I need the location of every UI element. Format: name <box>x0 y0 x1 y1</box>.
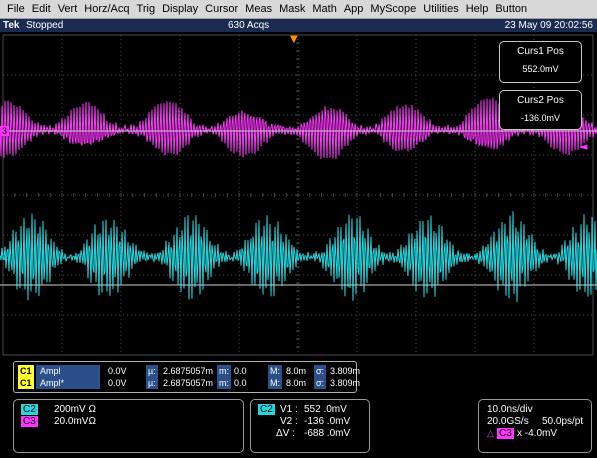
ch2-waveform <box>0 211 597 303</box>
v2-label: V2 : <box>280 416 298 427</box>
menu-trig[interactable]: Trig <box>137 3 156 15</box>
measurement-label: Ampl <box>36 365 100 377</box>
delta-v-value: -688 .0mV <box>304 428 351 439</box>
measurement-stddev: 3.809m <box>330 366 361 376</box>
v1-label: V1 : <box>280 404 298 415</box>
menu-bar: File Edit Vert Horz/Acq Trig Display Cur… <box>0 0 597 19</box>
status-bar: Tek Stopped 630 Acqs 23 May 09 20:02:56 <box>0 19 597 32</box>
menu-cursor[interactable]: Cursor <box>205 3 238 15</box>
cursor1-value: 552.0mV <box>522 64 559 74</box>
measurement-channel: C1 <box>18 365 34 377</box>
menu-vert[interactable]: Vert <box>58 3 78 15</box>
ch2-tag[interactable]: C2 <box>21 404 38 415</box>
measurement-channel: C1 <box>18 377 34 389</box>
cursor2-title: Curs2 Pos <box>517 95 564 106</box>
cursor-arrow-icon[interactable]: ◄ <box>579 140 588 153</box>
trigger-position-icon[interactable]: ▼ <box>290 34 298 45</box>
ch2-scale: 200mV Ω <box>54 404 96 415</box>
menu-app[interactable]: App <box>344 3 364 15</box>
measurement-row[interactable]: C1 Ampl* 0.0V µ: 2.6875057m m: 0.0 M: 8.… <box>14 377 360 389</box>
menu-help[interactable]: Help <box>466 3 489 15</box>
cursor1-title: Curs1 Pos <box>517 46 564 57</box>
measurement-max: 8.0m <box>286 378 307 388</box>
sample-rate: 20.0GS/s <box>487 416 529 427</box>
measurement-row[interactable]: C1 Ampl 0.0V µ: 2.6875057m m: 0.0 M: 8.0… <box>14 365 360 377</box>
cursor2-readout[interactable]: Curs2 Pos -136.0mV <box>499 90 582 130</box>
measurement-label: Ampl* <box>36 377 100 389</box>
menu-meas[interactable]: Meas <box>245 3 272 15</box>
menu-button[interactable]: Button <box>495 3 527 15</box>
measurement-mean: 2.6875057m <box>163 366 214 376</box>
mean-symbol: µ: <box>146 365 158 377</box>
acquisition-state: Stopped <box>26 20 64 31</box>
menu-math[interactable]: Math <box>312 3 336 15</box>
timebase-box[interactable]: 10.0ns/div 20.0GS/s 50.0ps/pt △ C3 x -4.… <box>478 399 592 453</box>
stddev-symbol: σ: <box>314 365 327 377</box>
measurement-value: 0.0V <box>108 378 127 388</box>
cursor-readout-box[interactable]: C2 V1 : 552 .0mV V2 : -136 .0mV ΔV : -68… <box>250 399 370 453</box>
delta-v-label: ΔV : <box>276 428 295 439</box>
channel-settings-box[interactable]: C2 200mV Ω C3 20.0mVΩ <box>13 399 244 453</box>
measurement-table[interactable]: C1 Ampl 0.0V µ: 2.6875057m m: 0.0 M: 8.0… <box>13 361 360 393</box>
menu-display[interactable]: Display <box>162 3 198 15</box>
trigger-level: x -4.0mV <box>517 428 558 439</box>
min-symbol: m: <box>217 365 231 377</box>
max-symbol: M: <box>268 377 282 389</box>
date-time: 23 May 09 20:02:56 <box>504 20 593 31</box>
cursor2-value: -136.0mV <box>520 113 561 123</box>
menu-edit[interactable]: Edit <box>32 3 51 15</box>
ch2-level-label: 2 <box>3 252 8 262</box>
trigger-edge-icon: △ <box>487 428 494 438</box>
measurement-value: 0.0V <box>108 366 127 376</box>
ch3-tag[interactable]: C3 <box>21 416 38 427</box>
v1-value: 552 .0mV <box>304 404 347 415</box>
cursor-source-tag: C2 <box>258 404 275 415</box>
cursor1-readout[interactable]: Curs1 Pos 552.0mV <box>499 41 582 83</box>
mean-symbol: µ: <box>146 377 158 389</box>
measurement-mean: 2.6875057m <box>163 378 214 388</box>
measurement-min: 0.0 <box>234 366 247 376</box>
measurement-stddev: 3.809m <box>330 378 361 388</box>
ch3-scale: 20.0mVΩ <box>54 416 96 427</box>
menu-myscope[interactable]: MyScope <box>370 3 416 15</box>
time-per-div: 10.0ns/div <box>487 404 533 415</box>
trigger-source-tag: C3 <box>497 428 514 439</box>
measurement-max: 8.0m <box>286 366 307 376</box>
menu-utilities[interactable]: Utilities <box>423 3 458 15</box>
menu-file[interactable]: File <box>7 3 25 15</box>
ch3-level-label: 3 <box>2 126 7 136</box>
menu-horz-acq[interactable]: Horz/Acq <box>84 3 129 15</box>
min-symbol: m: <box>217 377 231 389</box>
time-resolution: 50.0ps/pt <box>542 416 584 427</box>
menu-mask[interactable]: Mask <box>279 3 305 15</box>
brand-label: Tek <box>3 20 20 31</box>
acquisition-count: 630 Acqs <box>228 20 270 31</box>
measurement-min: 0.0 <box>234 378 247 388</box>
max-symbol: M: <box>268 365 282 377</box>
oscilloscope-window: File Edit Vert Horz/Acq Trig Display Cur… <box>0 0 597 458</box>
v2-value: -136 .0mV <box>304 416 351 427</box>
grid-lines <box>2 34 594 356</box>
stddev-symbol: σ: <box>314 377 327 389</box>
